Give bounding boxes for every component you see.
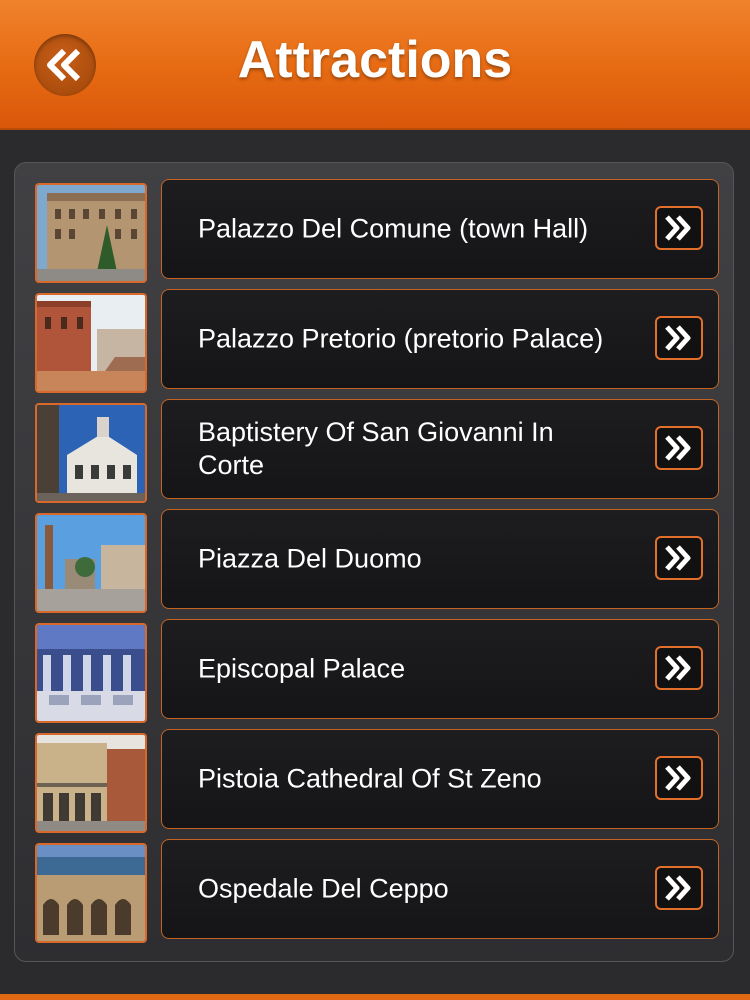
open-detail-button[interactable]: [655, 426, 703, 470]
bottom-bar: [0, 994, 750, 1000]
attraction-thumbnail[interactable]: [35, 843, 147, 943]
list-item: Palazzo Pretorio (pretorio Palace): [15, 289, 735, 393]
double-chevron-right-icon: [665, 765, 691, 791]
list-item: Episcopal Palace: [15, 619, 735, 723]
attraction-thumbnail[interactable]: [35, 513, 147, 613]
attraction-thumbnail[interactable]: [35, 623, 147, 723]
attraction-thumbnail[interactable]: [35, 293, 147, 393]
page-title: Attractions: [237, 31, 513, 89]
attraction-label: Episcopal Palace: [198, 653, 406, 684]
list-item: Pistoia Cathedral Of St Zeno: [15, 729, 735, 833]
double-chevron-right-icon: [665, 325, 691, 351]
attraction-label: Pistoia Cathedral Of St Zeno: [198, 763, 542, 794]
attraction-button[interactable]: Pistoia Cathedral Of St Zeno: [161, 729, 719, 829]
attraction-thumbnail[interactable]: [35, 403, 147, 503]
double-chevron-right-icon: [665, 875, 691, 901]
open-detail-button[interactable]: [655, 866, 703, 910]
double-chevron-right-icon: [665, 655, 691, 681]
attractions-list: Palazzo Del Comune (town Hall) Palazzo P…: [14, 162, 734, 962]
double-chevron-right-icon: [665, 215, 691, 241]
double-chevron-right-icon: [665, 435, 691, 461]
attraction-label: Baptistery Of San Giovanni In Corte: [198, 417, 554, 480]
attraction-label: Ospedale Del Ceppo: [198, 873, 449, 904]
app-header: Attractions: [0, 0, 750, 130]
open-detail-button[interactable]: [655, 316, 703, 360]
attraction-button[interactable]: Baptistery Of San Giovanni In Corte: [161, 399, 719, 499]
attraction-button[interactable]: Piazza Del Duomo: [161, 509, 719, 609]
open-detail-button[interactable]: [655, 646, 703, 690]
attraction-label: Palazzo Pretorio (pretorio Palace): [198, 323, 604, 354]
list-item: Piazza Del Duomo: [15, 509, 735, 613]
attraction-label: Palazzo Del Comune (town Hall): [198, 213, 589, 244]
list-item: Ospedale Del Ceppo: [15, 839, 735, 943]
attraction-button[interactable]: Palazzo Pretorio (pretorio Palace): [161, 289, 719, 389]
open-detail-button[interactable]: [655, 536, 703, 580]
attraction-thumbnail[interactable]: [35, 733, 147, 833]
attraction-button[interactable]: Episcopal Palace: [161, 619, 719, 719]
attraction-label: Piazza Del Duomo: [198, 543, 422, 574]
attraction-button[interactable]: Ospedale Del Ceppo: [161, 839, 719, 939]
open-detail-button[interactable]: [655, 206, 703, 250]
attraction-button[interactable]: Palazzo Del Comune (town Hall): [161, 179, 719, 279]
list-item: Palazzo Del Comune (town Hall): [15, 179, 735, 283]
attraction-thumbnail[interactable]: [35, 183, 147, 283]
list-item: Baptistery Of San Giovanni In Corte: [15, 399, 735, 503]
open-detail-button[interactable]: [655, 756, 703, 800]
double-chevron-right-icon: [665, 545, 691, 571]
